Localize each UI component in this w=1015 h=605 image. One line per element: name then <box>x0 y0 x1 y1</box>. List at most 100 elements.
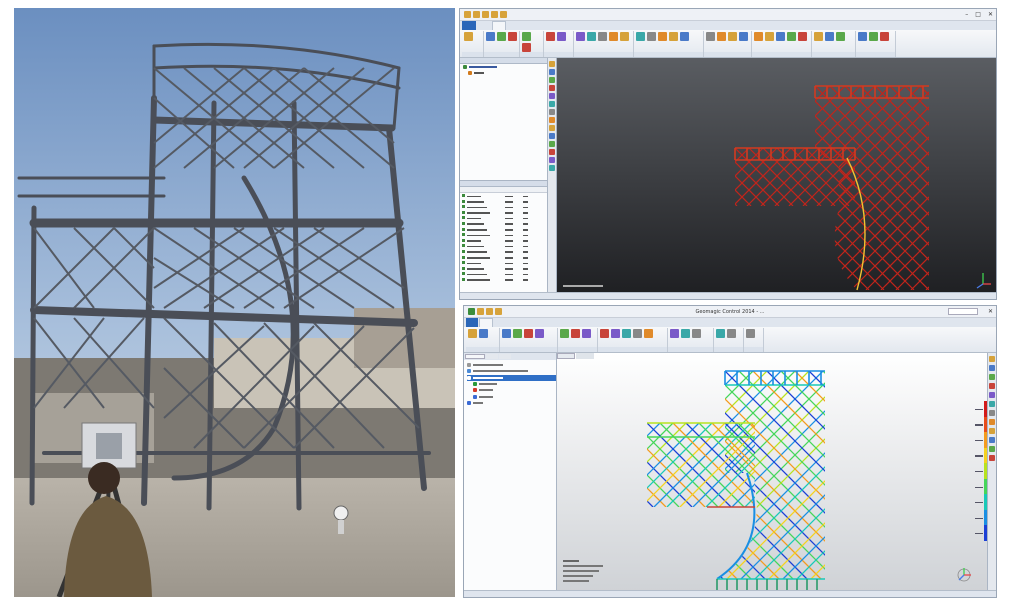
tree-row[interactable] <box>467 400 556 406</box>
viewport-tab-2[interactable] <box>576 353 594 359</box>
tool-button[interactable] <box>989 437 995 443</box>
ribbon-button[interactable] <box>787 32 796 41</box>
ribbon-button[interactable] <box>468 329 477 338</box>
ribbon-button[interactable] <box>497 32 506 41</box>
tab-3[interactable] <box>507 21 521 30</box>
ribbon-button[interactable] <box>825 32 834 41</box>
panel-tab-3[interactable] <box>499 354 511 359</box>
ribbon-button[interactable] <box>836 32 845 41</box>
tab-home-bottom[interactable] <box>479 318 493 327</box>
tool-button[interactable] <box>549 165 555 171</box>
tab-4[interactable] <box>522 21 536 30</box>
tool-button[interactable] <box>549 141 555 147</box>
ribbon-button[interactable] <box>869 32 878 41</box>
ribbon-button[interactable] <box>706 32 715 41</box>
ribbon-button[interactable] <box>513 329 522 338</box>
ribbon-button[interactable] <box>644 329 653 338</box>
ribbon-button[interactable] <box>576 32 585 41</box>
tool-button[interactable] <box>989 392 995 398</box>
tool-button[interactable] <box>549 109 555 115</box>
ribbon-button[interactable] <box>479 329 488 338</box>
tool-button[interactable] <box>549 157 555 163</box>
ribbon-button[interactable] <box>633 329 642 338</box>
ribbon-button[interactable] <box>464 32 473 41</box>
tool-button[interactable] <box>989 455 995 461</box>
tool-button[interactable] <box>549 69 555 75</box>
table-row[interactable] <box>462 277 546 284</box>
ribbon-button[interactable] <box>716 329 725 338</box>
ribbon-button[interactable] <box>600 329 609 338</box>
window-controls-bottom[interactable]: ✕ <box>988 306 993 318</box>
tool-button[interactable] <box>989 356 995 362</box>
tool-button[interactable] <box>989 365 995 371</box>
top-list-toolbar[interactable] <box>460 187 547 193</box>
tool-button[interactable] <box>549 117 555 123</box>
ribbon-button[interactable] <box>692 329 701 338</box>
ribbon-button[interactable] <box>765 32 774 41</box>
close-icon[interactable]: ✕ <box>988 306 993 318</box>
ribbon-button[interactable] <box>680 32 689 41</box>
tree-item-child[interactable] <box>463 70 547 76</box>
ribbon-button[interactable] <box>609 32 618 41</box>
tab-2[interactable] <box>492 21 506 30</box>
tool-button[interactable] <box>989 446 995 452</box>
ribbon-button[interactable] <box>502 329 511 338</box>
ribbon-button[interactable] <box>587 32 596 41</box>
ribbon-button[interactable] <box>611 329 620 338</box>
minimize-icon[interactable]: – <box>965 9 968 21</box>
tab-file-bottom[interactable] <box>466 318 478 327</box>
ribbon-button[interactable] <box>647 32 656 41</box>
viewport-tab-1[interactable] <box>557 353 575 359</box>
top-3d-viewport[interactable] <box>557 58 996 293</box>
tool-button[interactable] <box>989 401 995 407</box>
ribbon-button[interactable] <box>522 43 531 52</box>
tab-b4[interactable] <box>524 318 538 327</box>
ribbon-button[interactable] <box>508 32 517 41</box>
bottom-3d-viewport[interactable] <box>557 353 989 592</box>
ribbon-button[interactable] <box>858 32 867 41</box>
ribbon-button[interactable] <box>535 329 544 338</box>
tool-button[interactable] <box>989 419 995 425</box>
ribbon-button[interactable] <box>522 32 531 41</box>
tool-button[interactable] <box>549 149 555 155</box>
quick-access-toolbar[interactable] <box>464 11 507 18</box>
tab-file[interactable] <box>462 21 476 30</box>
ribbon-button[interactable] <box>728 32 737 41</box>
ribbon-button[interactable] <box>622 329 631 338</box>
ribbon-button[interactable] <box>582 329 591 338</box>
tab-1[interactable] <box>477 21 491 30</box>
tab-b2[interactable] <box>494 318 508 327</box>
tool-button[interactable] <box>549 125 555 131</box>
ribbon-button[interactable] <box>681 329 690 338</box>
tool-button[interactable] <box>549 93 555 99</box>
tool-button[interactable] <box>549 85 555 91</box>
ribbon-button[interactable] <box>524 329 533 338</box>
ribbon-button[interactable] <box>620 32 629 41</box>
close-icon[interactable]: ✕ <box>988 9 993 21</box>
window-controls[interactable]: – □ ✕ <box>965 9 993 21</box>
ribbon-button[interactable] <box>798 32 807 41</box>
search-input[interactable] <box>948 308 978 315</box>
ribbon-button[interactable] <box>636 32 645 41</box>
tab-5[interactable] <box>537 21 551 30</box>
tool-button[interactable] <box>989 410 995 416</box>
maximize-icon[interactable]: □ <box>975 9 981 21</box>
tab-6[interactable] <box>552 21 566 30</box>
tool-button[interactable] <box>989 428 995 434</box>
panel-tab-1[interactable] <box>465 354 485 359</box>
tool-button[interactable] <box>549 61 555 67</box>
ribbon-button[interactable] <box>776 32 785 41</box>
ribbon-button[interactable] <box>880 32 889 41</box>
ribbon-button[interactable] <box>670 329 679 338</box>
ribbon-button[interactable] <box>546 32 555 41</box>
ribbon-button[interactable] <box>746 329 755 338</box>
ribbon-button[interactable] <box>727 329 736 338</box>
panel-tab-2[interactable] <box>486 354 498 359</box>
ribbon-button[interactable] <box>560 329 569 338</box>
tool-button[interactable] <box>989 374 995 380</box>
ribbon-button[interactable] <box>557 32 566 41</box>
ribbon-button[interactable] <box>571 329 580 338</box>
tool-button[interactable] <box>549 133 555 139</box>
ribbon-button[interactable] <box>486 32 495 41</box>
tool-button[interactable] <box>549 77 555 83</box>
